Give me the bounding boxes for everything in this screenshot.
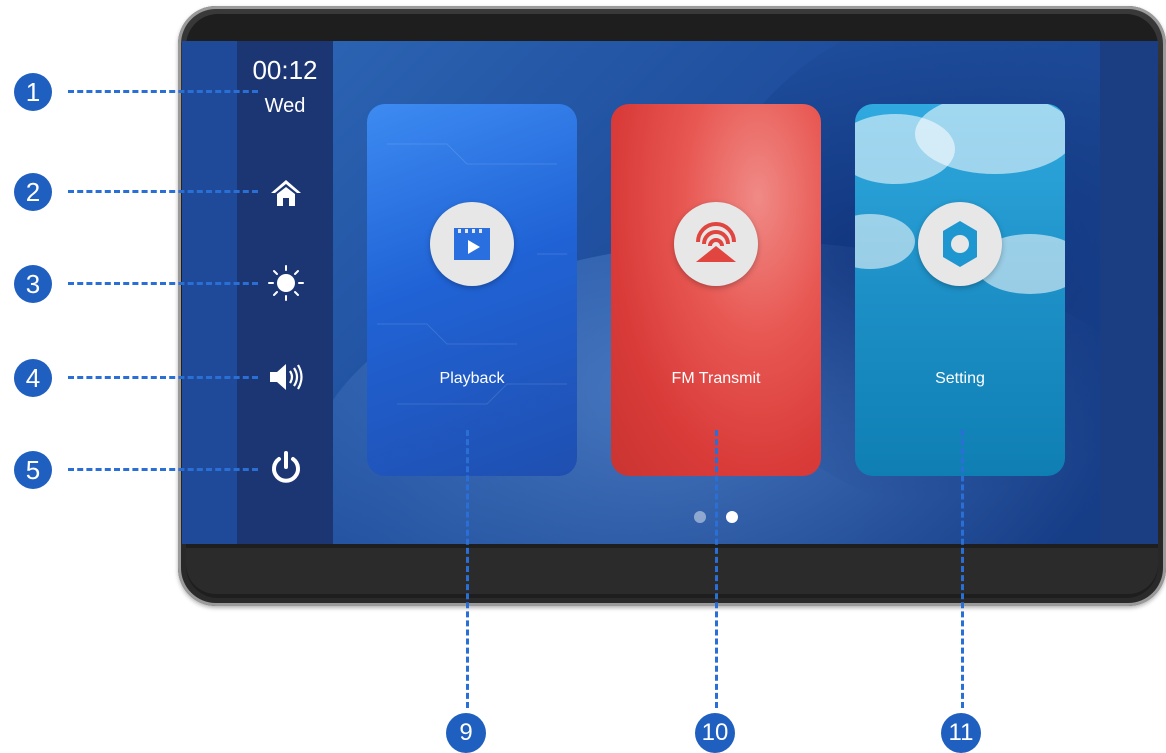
callout-2: 2 bbox=[14, 173, 52, 211]
playback-label: Playback bbox=[439, 370, 505, 387]
device-bottom-bar bbox=[186, 548, 1158, 594]
fm-transmit-label: FM Transmit bbox=[671, 370, 761, 387]
callout-3: 3 bbox=[14, 265, 52, 303]
clock-time: 00:12 bbox=[252, 55, 318, 85]
callout-1: 1 bbox=[14, 73, 52, 111]
brightness-button[interactable] bbox=[266, 263, 306, 303]
callout-4-leader bbox=[68, 376, 258, 379]
callout-11-leader bbox=[961, 430, 964, 708]
page-dot-1[interactable] bbox=[694, 511, 706, 523]
callout-10-leader bbox=[715, 430, 718, 708]
callout-5: 5 bbox=[14, 451, 52, 489]
callout-2-leader bbox=[68, 190, 258, 193]
callout-10: 10 bbox=[695, 713, 735, 753]
power-button[interactable] bbox=[266, 448, 306, 488]
screen-right-edge bbox=[1100, 41, 1158, 544]
callout-3-leader bbox=[68, 282, 258, 285]
brightness-icon bbox=[268, 265, 304, 301]
home-icon bbox=[271, 180, 301, 206]
home-button[interactable] bbox=[266, 173, 306, 213]
volume-icon bbox=[270, 364, 303, 390]
callout-1-leader bbox=[68, 90, 258, 93]
power-icon bbox=[272, 451, 300, 483]
video-playback-icon bbox=[430, 202, 514, 286]
circuit-pattern bbox=[377, 143, 567, 405]
setting-tile[interactable]: Setting bbox=[855, 104, 1065, 476]
settings-gear-icon bbox=[918, 202, 1002, 286]
callout-11: 11 bbox=[941, 713, 981, 753]
fm-transmit-tile[interactable]: FM Transmit bbox=[611, 104, 821, 476]
setting-label: Setting bbox=[935, 370, 985, 387]
page-dot-2-active[interactable] bbox=[726, 511, 738, 523]
callout-9-leader bbox=[466, 430, 469, 708]
clock-day: Wed bbox=[264, 95, 306, 117]
callout-9: 9 bbox=[446, 713, 486, 753]
fm-antenna-icon bbox=[674, 202, 758, 286]
cloud-shape bbox=[855, 214, 915, 269]
callout-5-leader bbox=[68, 468, 258, 471]
playback-tile[interactable]: Playback bbox=[367, 104, 577, 476]
callout-4: 4 bbox=[14, 359, 52, 397]
volume-button[interactable] bbox=[266, 357, 306, 397]
